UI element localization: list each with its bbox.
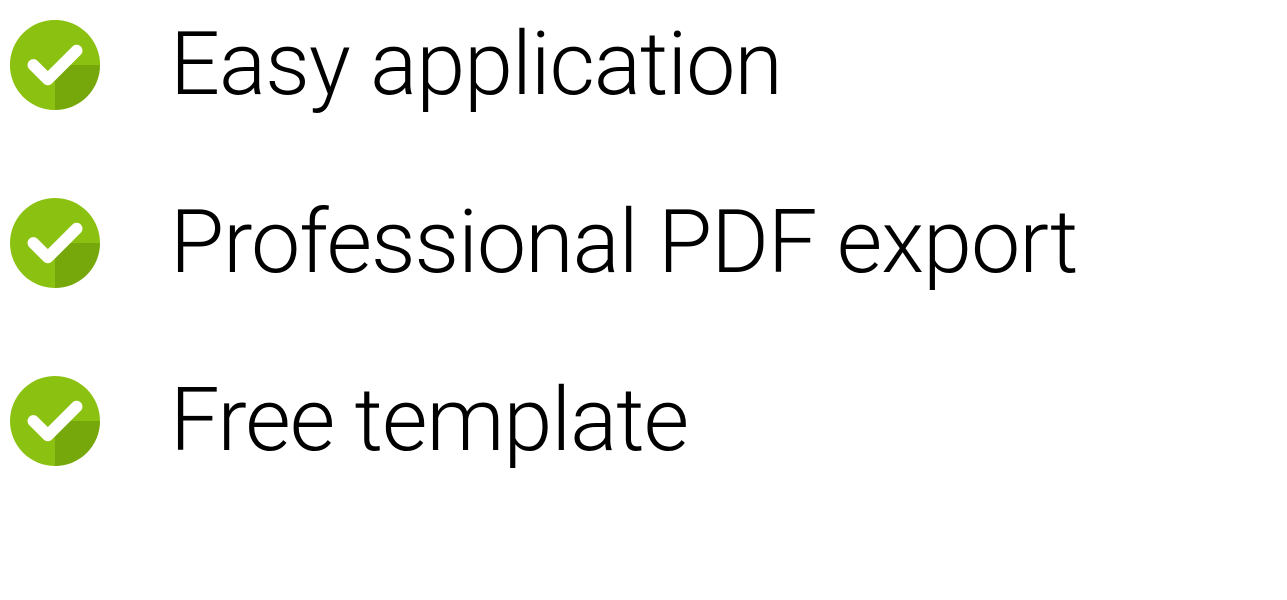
feature-list: Easy application Professional PDF export… [0, 20, 1287, 466]
list-item: Professional PDF export [10, 198, 1287, 288]
checkmark-icon [10, 198, 100, 288]
list-item: Easy application [10, 20, 1287, 110]
feature-label: Free template [170, 377, 688, 465]
feature-label: Easy application [170, 21, 782, 109]
checkmark-icon [10, 376, 100, 466]
list-item: Free template [10, 376, 1287, 466]
checkmark-icon [10, 20, 100, 110]
feature-label: Professional PDF export [170, 199, 1077, 287]
